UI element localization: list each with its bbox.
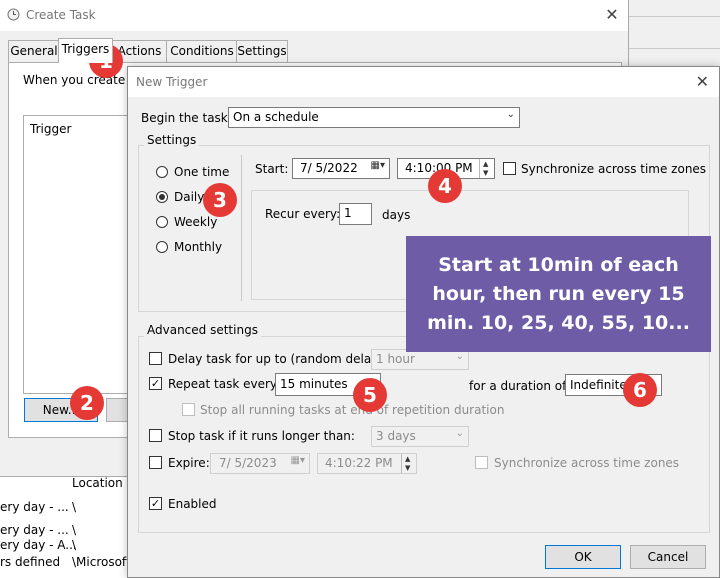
duration-label: for a duration of: [469, 379, 570, 393]
callout-line: min. 10, 25, 40, 55, 10... [427, 312, 690, 334]
cancel-button[interactable]: Cancel [630, 545, 706, 569]
list-item[interactable]: ery day - ... \ [0, 500, 76, 514]
expire-time-value: 4:10:22 PM [325, 456, 393, 470]
trigger-list[interactable]: Trigger [23, 115, 135, 394]
tab-settings[interactable]: Settings [236, 40, 288, 62]
chevron-down-icon: ⌄ [455, 351, 464, 362]
list-item-trigger: ery day - ... [0, 523, 69, 537]
expire-date-picker[interactable]: 7/ 5/2023 ▦▾ [210, 453, 310, 474]
start-date-value: 7/ 5/2022 [300, 161, 358, 175]
list-item-trigger: ery day - A... [0, 538, 77, 552]
step-badge-2: 2 [70, 386, 104, 420]
expire-label: Expire: [168, 456, 210, 470]
ok-button[interactable]: OK [545, 545, 621, 569]
start-date-picker[interactable]: 7/ 5/2022 ▦▾ [292, 158, 390, 179]
stop-running-tasks-checkbox[interactable] [182, 403, 195, 416]
delay-task-value: 1 hour [376, 352, 415, 366]
advanced-settings-title: Advanced settings [144, 323, 261, 337]
expire-date-value: 7/ 5/2023 [219, 456, 277, 470]
time-spinner[interactable]: ▲ ▼ [479, 159, 494, 178]
list-item-location: \ [72, 500, 77, 514]
list-item[interactable]: ery day - A... \ [0, 538, 77, 552]
calendar-icon: ▦▾ [290, 455, 305, 466]
list-item-location: \ [72, 523, 77, 537]
repeat-task-checkbox[interactable]: ✓ [149, 377, 162, 390]
create-task-title: Create Task [26, 8, 96, 22]
chevron-down-icon: ⌄ [455, 428, 464, 439]
stop-if-longer-checkbox[interactable] [149, 429, 162, 442]
step-badge-6: 6 [623, 373, 657, 407]
repeat-task-label: Repeat task every: [168, 377, 281, 391]
begin-task-value: On a schedule [233, 110, 319, 124]
expire-sync-checkbox[interactable] [475, 456, 488, 469]
stop-if-longer-label: Stop task if it runs longer than: [168, 429, 355, 443]
sync-time-zones-label: Synchronize across time zones [521, 162, 707, 176]
recur-every-input[interactable]: 1 [339, 203, 372, 225]
tab-conditions[interactable]: Conditions [166, 40, 238, 62]
recur-every-value: 1 [344, 206, 352, 220]
clock-icon [7, 8, 20, 21]
tab-general[interactable]: General [8, 40, 60, 62]
location-column-header: Location [72, 476, 123, 490]
daily-label: Daily [174, 190, 205, 204]
list-item-trigger: ery day - ... [0, 500, 69, 514]
daily-radio[interactable] [156, 191, 168, 203]
list-item[interactable]: rs defined \Microsoft [0, 555, 131, 569]
sync-time-zones-checkbox[interactable] [503, 162, 516, 175]
background-window-edge [628, 0, 720, 70]
trigger-column-header: Trigger [30, 122, 72, 136]
calendar-icon: ▦▾ [370, 160, 385, 171]
settings-group-title: Settings [144, 133, 200, 147]
time-spinner[interactable]: ▲ ▼ [401, 454, 416, 473]
delay-task-label: Delay task for up to (random delay): [168, 352, 388, 366]
begin-task-label: Begin the task: [141, 111, 232, 125]
one-time-label: One time [174, 165, 230, 179]
close-icon[interactable]: ✕ [696, 72, 709, 91]
monthly-label: Monthly [174, 240, 223, 254]
enabled-checkbox[interactable]: ✓ [149, 497, 162, 510]
start-label: Start: [255, 162, 289, 176]
begin-task-select[interactable]: On a schedule ⌄ [228, 107, 520, 128]
delay-task-checkbox[interactable] [149, 352, 162, 365]
callout-line: hour, then run every 15 [432, 283, 685, 305]
settings-divider [241, 155, 242, 301]
new-trigger-titlebar: New Trigger ✕ [128, 67, 719, 97]
close-icon[interactable]: ✕ [598, 3, 626, 27]
background-task-list: Location ery day - ... \ ery day - ... \ e… [0, 470, 140, 576]
stop-if-longer-select[interactable]: 3 days ⌄ [371, 426, 469, 447]
stop-if-longer-value: 3 days [376, 429, 416, 443]
step-badge-5: 5 [353, 378, 387, 412]
list-item[interactable]: ery day - ... \ [0, 523, 76, 537]
list-item-trigger: rs defined [0, 555, 61, 569]
monthly-radio[interactable] [156, 241, 168, 253]
annotation-callout: Start at 10min of each hour, then run ev… [406, 236, 711, 352]
weekly-label: Weekly [174, 215, 218, 229]
step-badge-3: 3 [203, 183, 237, 217]
weekly-radio[interactable] [156, 216, 168, 228]
callout-line: Start at 10min of each [438, 254, 679, 276]
expire-checkbox[interactable] [149, 456, 162, 469]
expire-time-field[interactable]: 4:10:22 PM ▲ ▼ [317, 453, 417, 474]
step-badge-4: 4 [428, 169, 462, 203]
tab-triggers[interactable]: Triggers [58, 38, 113, 63]
expire-sync-label: Synchronize across time zones [494, 456, 680, 470]
create-task-titlebar: Create Task ✕ [0, 0, 628, 31]
chevron-down-icon: ⌄ [506, 109, 515, 120]
repeat-interval-value: 15 minutes [280, 377, 348, 391]
list-item-location: \Microsoft [72, 555, 131, 569]
recur-every-label: Recur every: [265, 207, 341, 221]
recur-unit-label: days [382, 208, 411, 222]
list-item-location: \ [72, 538, 77, 552]
delay-task-select[interactable]: 1 hour ⌄ [371, 349, 469, 370]
enabled-label: Enabled [168, 497, 217, 511]
new-trigger-title: New Trigger [136, 75, 208, 89]
one-time-radio[interactable] [156, 166, 168, 178]
stop-running-tasks-label: Stop all running tasks at end of repetit… [200, 403, 505, 417]
